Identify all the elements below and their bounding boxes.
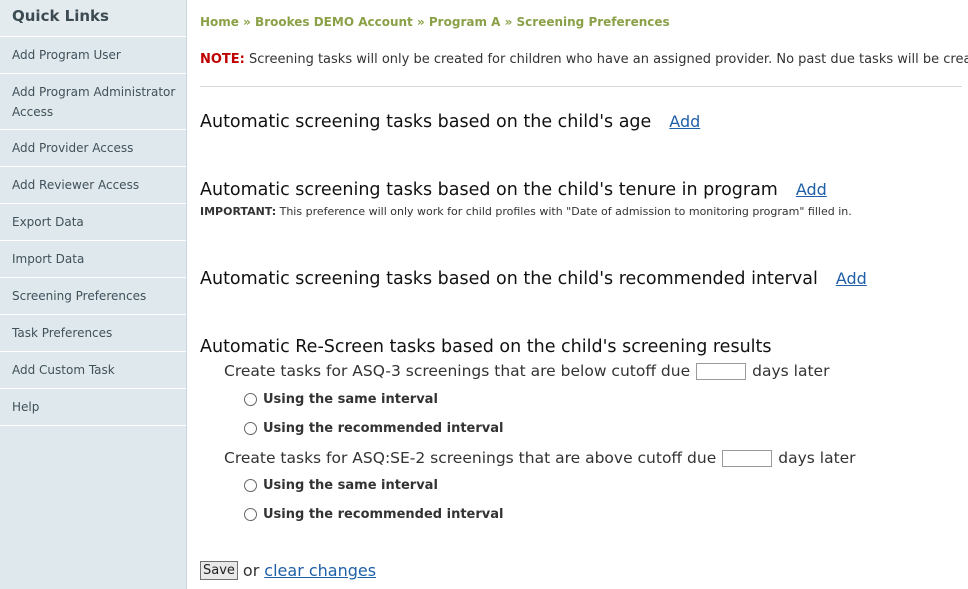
breadcrumb-separator: » — [238, 15, 256, 29]
radio-button[interactable] — [244, 508, 257, 521]
sidebar-item-help[interactable]: Help — [0, 389, 186, 426]
breadcrumb-separator: » — [500, 15, 517, 29]
sidebar-item-add-program-administrator-access[interactable]: Add Program Administrator Access — [0, 74, 186, 130]
asqse-days-input[interactable] — [722, 449, 773, 467]
breadcrumb: Home » Brookes DEMO Account » Program A … — [200, 15, 670, 29]
sidebar-item-add-program-user[interactable]: Add Program User — [0, 37, 186, 74]
asqse-option-recommended-label: Using the recommended interval — [263, 507, 504, 522]
asq3-days-input[interactable] — [696, 362, 747, 380]
asq3-option-same-label: Using the same interval — [263, 392, 438, 407]
asq3-option-recommended[interactable]: Using the recommended interval — [244, 421, 504, 436]
clear-changes-link[interactable]: clear changes — [264, 561, 376, 580]
section-rescreen-title: Automatic Re-Screen tasks based on the c… — [200, 337, 772, 357]
sidebar: Quick Links Add Program User Add Program… — [0, 0, 187, 589]
breadcrumb-current: Screening Preferences — [516, 15, 670, 29]
tenure-important-note: IMPORTANT: This preference will only wor… — [200, 205, 852, 218]
sidebar-item-export-data[interactable]: Export Data — [0, 204, 186, 241]
section-interval-title: Automatic screening tasks based on the c… — [200, 269, 818, 289]
sidebar-item-task-preferences[interactable]: Task Preferences — [0, 315, 186, 352]
section-interval: Automatic screening tasks based on the c… — [200, 269, 867, 289]
note-label: NOTE: — [200, 52, 245, 67]
radio-button[interactable] — [244, 479, 257, 492]
breadcrumb-program[interactable]: Program A — [429, 15, 501, 29]
divider — [200, 86, 962, 87]
or-text: or — [242, 561, 260, 580]
asqse-option-recommended[interactable]: Using the recommended interval — [244, 507, 504, 522]
important-text: This preference will only work for child… — [276, 205, 852, 218]
section-age: Automatic screening tasks based on the c… — [200, 112, 700, 132]
note-message: NOTE: Screening tasks will only be creat… — [200, 52, 968, 67]
important-label: IMPORTANT: — [200, 205, 277, 218]
radio-button[interactable] — [244, 393, 257, 406]
sidebar-item-add-provider-access[interactable]: Add Provider Access — [0, 130, 186, 167]
note-text: Screening tasks will only be created for… — [244, 52, 968, 67]
sidebar-item-screening-preferences[interactable]: Screening Preferences — [0, 278, 186, 315]
asqse-row: Create tasks for ASQ:SE-2 screenings tha… — [224, 449, 856, 467]
breadcrumb-account[interactable]: Brookes DEMO Account — [255, 15, 413, 29]
section-tenure-title: Automatic screening tasks based on the c… — [200, 180, 778, 200]
asqse-option-same-label: Using the same interval — [263, 478, 438, 493]
asq3-suffix: days later — [752, 362, 830, 380]
section-age-title: Automatic screening tasks based on the c… — [200, 112, 652, 132]
breadcrumb-home[interactable]: Home — [200, 15, 239, 29]
save-button[interactable]: Save — [200, 561, 238, 580]
radio-button[interactable] — [244, 422, 257, 435]
add-tenure-task-link[interactable]: Add — [796, 180, 827, 199]
asq3-prefix: Create tasks for ASQ-3 screenings that a… — [224, 362, 691, 380]
sidebar-item-add-custom-task[interactable]: Add Custom Task — [0, 352, 186, 389]
sidebar-title: Quick Links — [0, 0, 186, 37]
sidebar-item-import-data[interactable]: Import Data — [0, 241, 186, 278]
form-actions: Save or clear changes — [200, 561, 376, 580]
asq3-row: Create tasks for ASQ-3 screenings that a… — [224, 362, 829, 380]
asqse-prefix: Create tasks for ASQ:SE-2 screenings tha… — [224, 449, 717, 467]
asq3-option-recommended-label: Using the recommended interval — [263, 421, 504, 436]
asqse-suffix: days later — [778, 449, 856, 467]
breadcrumb-separator: » — [412, 15, 429, 29]
section-tenure: Automatic screening tasks based on the c… — [200, 180, 827, 200]
asqse-option-same[interactable]: Using the same interval — [244, 478, 438, 493]
add-age-task-link[interactable]: Add — [669, 112, 700, 131]
asq3-option-same[interactable]: Using the same interval — [244, 392, 438, 407]
sidebar-item-add-reviewer-access[interactable]: Add Reviewer Access — [0, 167, 186, 204]
add-interval-task-link[interactable]: Add — [836, 269, 867, 288]
